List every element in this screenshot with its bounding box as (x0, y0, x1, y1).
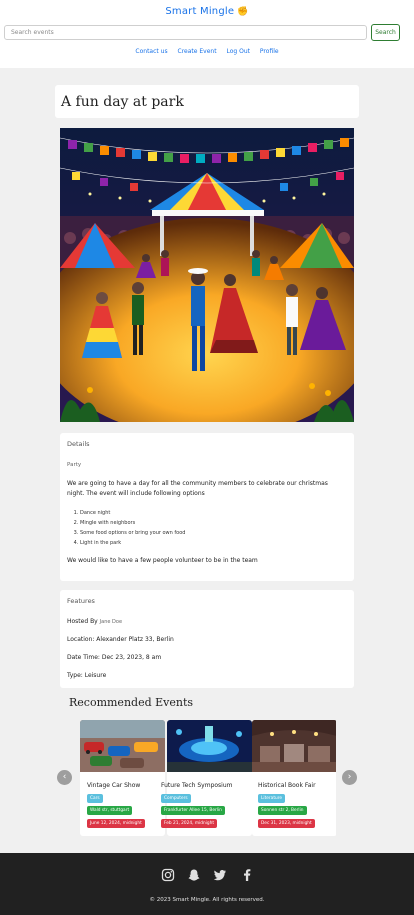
event-image (60, 128, 354, 422)
nav-profile[interactable]: Profile (260, 48, 279, 55)
event-thumbnail (167, 720, 252, 772)
brand[interactable]: Smart Mingle ✊ (0, 6, 414, 17)
event-steps: Dance night Mingle with neighbors Some f… (80, 508, 185, 548)
location-badge: Frankfurter Allee 15, Berlin (161, 806, 225, 815)
recommended-heading: Recommended Events (69, 696, 194, 709)
hosted-by: Hosted By Jane Doe (67, 618, 122, 625)
search-button[interactable]: Search (371, 24, 400, 41)
event-location: Location: Alexander Platz 33, Berlin (67, 636, 174, 643)
event-category: Party (67, 462, 82, 468)
nav-links: Contact us Create Event Log Out Profile (0, 48, 414, 55)
twitter-icon[interactable] (213, 868, 227, 882)
instagram-icon[interactable] (161, 868, 175, 882)
event-card-title[interactable]: Historical Book Fair (258, 782, 316, 789)
carousel-prev-button[interactable]: ‹ (57, 770, 72, 785)
event-type: Type: Leisure (67, 672, 107, 679)
location-badge: Wald str, stuttgart (87, 806, 133, 815)
event-description: We are going to have a day for all the c… (67, 480, 328, 497)
snapchat-icon[interactable] (187, 868, 201, 882)
category-badge: Literature (258, 794, 286, 803)
copyright-text: © 2023 Smart Mingle. All rights reserved… (149, 897, 265, 903)
host-name[interactable]: Jane Doe (100, 619, 122, 625)
event-card-title[interactable]: Future Tech Symposium (161, 782, 232, 789)
carousel-next-button[interactable]: › (342, 770, 357, 785)
fist-bump-icon: ✊ (237, 7, 249, 17)
list-item: Light in the park (80, 538, 185, 548)
category-badge: Computers (161, 794, 191, 803)
volunteer-text: We would like to have a few people volun… (67, 557, 258, 564)
nav-log-out[interactable]: Log Out (226, 48, 250, 55)
list-item: Mingle with neighbors (80, 518, 185, 528)
event-thumbnail (252, 720, 336, 772)
nav-create-event[interactable]: Create Event (178, 48, 217, 55)
nav-contact-us[interactable]: Contact us (135, 48, 167, 55)
chevron-left-icon: ‹ (62, 772, 67, 782)
location-badge: Sonnen str 2, Berlin (258, 806, 307, 815)
date-badge: Feb 21, 2024, midnight (161, 819, 217, 828)
event-title-card: A fun day at park (55, 85, 359, 118)
hosted-by-label: Hosted By (67, 618, 98, 625)
top-navbar: Smart Mingle✊ Search Contact us Create E… (0, 0, 414, 68)
facebook-icon[interactable] (240, 868, 254, 882)
event-card-title[interactable]: Vintage Car Show (87, 782, 140, 789)
details-label: Details (67, 440, 90, 448)
footer (0, 853, 414, 915)
list-item: Dance night (80, 508, 185, 518)
list-item: Some food options or bring your own food (80, 528, 185, 538)
event-title: A fun day at park (61, 94, 184, 110)
date-badge: June 12, 2024, midnight (87, 819, 145, 828)
search-input[interactable] (4, 25, 367, 40)
features-label: Features (67, 597, 95, 605)
event-thumbnail (80, 720, 165, 772)
category-badge: Cars (87, 794, 103, 803)
chevron-right-icon: › (347, 772, 352, 782)
event-datetime: Date Time: Dec 23, 2023, 8 am (67, 654, 162, 661)
brand-name[interactable]: Smart Mingle (165, 6, 234, 17)
date-badge: Dec 31, 2023, midnight (258, 819, 315, 828)
